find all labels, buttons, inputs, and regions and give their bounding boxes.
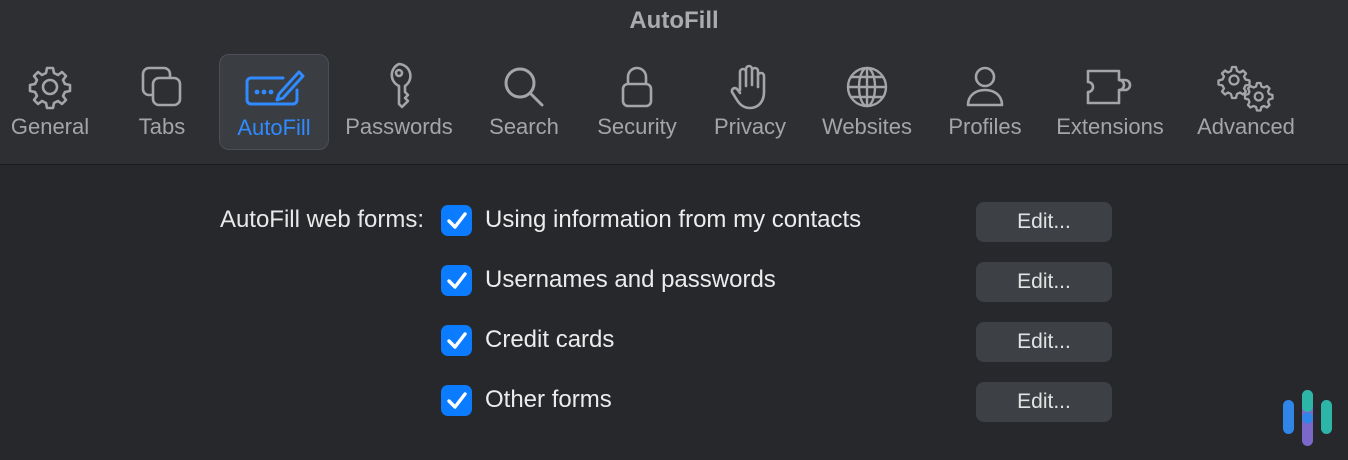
tab-label: Extensions [1056, 114, 1164, 139]
magnifier-icon [484, 62, 564, 112]
edit-usernames-passwords-button[interactable]: Edit... [976, 262, 1112, 302]
edit-credit-cards-button[interactable]: Edit... [976, 322, 1112, 362]
tab-advanced[interactable]: Advanced [1197, 54, 1295, 150]
checkmark-icon [446, 391, 467, 409]
tab-general[interactable]: General [10, 54, 90, 150]
gear-icon [10, 62, 90, 112]
tabs-icon [122, 62, 202, 112]
tab-label: Websites [821, 114, 913, 139]
key-icon [352, 62, 446, 112]
usernames-passwords-checkbox[interactable] [441, 265, 472, 296]
contacts-option-label: Using information from my contacts [485, 206, 862, 233]
tab-label: AutoFill [237, 115, 311, 140]
contacts-checkbox[interactable] [441, 205, 472, 236]
hand-icon [710, 62, 790, 112]
tab-privacy[interactable]: Privacy [710, 54, 790, 150]
credit-cards-checkbox[interactable] [441, 325, 472, 356]
puzzle-icon [1060, 62, 1160, 112]
toolbar: AutoFill General Tabs AutoFill Passwords… [0, 0, 1348, 165]
tab-autofill[interactable]: AutoFill [219, 54, 329, 150]
tab-label: Profiles [948, 114, 1022, 139]
tab-extensions[interactable]: Extensions [1056, 54, 1164, 150]
tab-label: Privacy [713, 114, 787, 139]
checkmark-icon [446, 271, 467, 289]
tab-label: Security [597, 114, 677, 139]
preferences-window: AutoFill General Tabs AutoFill Passwords… [0, 0, 1348, 460]
tab-label: Passwords [345, 114, 453, 139]
checkmark-icon [446, 211, 467, 229]
edit-contacts-button[interactable]: Edit... [976, 202, 1112, 242]
edit-other-forms-button[interactable]: Edit... [976, 382, 1112, 422]
gears-icon [1204, 62, 1288, 112]
tab-passwords[interactable]: Passwords [345, 54, 453, 150]
tab-security[interactable]: Security [597, 54, 677, 150]
window-title: AutoFill [629, 7, 719, 34]
checkmark-icon [446, 331, 467, 349]
tab-tabs[interactable]: Tabs [122, 54, 202, 150]
other-forms-option-label: Other forms [485, 386, 612, 413]
autofill-web-forms-label: AutoFill web forms: [219, 206, 424, 233]
tab-search[interactable]: Search [484, 54, 564, 150]
tab-label: General [10, 114, 90, 139]
usernames-passwords-option-label: Usernames and passwords [485, 266, 776, 293]
lock-icon [597, 62, 677, 112]
other-forms-checkbox[interactable] [441, 385, 472, 416]
person-icon [945, 62, 1025, 112]
watermark-logo [1281, 388, 1337, 448]
tab-profiles[interactable]: Profiles [945, 54, 1025, 150]
autofill-icon [220, 63, 328, 113]
globe-icon [827, 62, 907, 112]
tab-label: Advanced [1197, 114, 1295, 139]
credit-cards-option-label: Credit cards [485, 326, 615, 353]
tab-label: Search [489, 114, 559, 139]
tab-websites[interactable]: Websites [822, 54, 912, 150]
